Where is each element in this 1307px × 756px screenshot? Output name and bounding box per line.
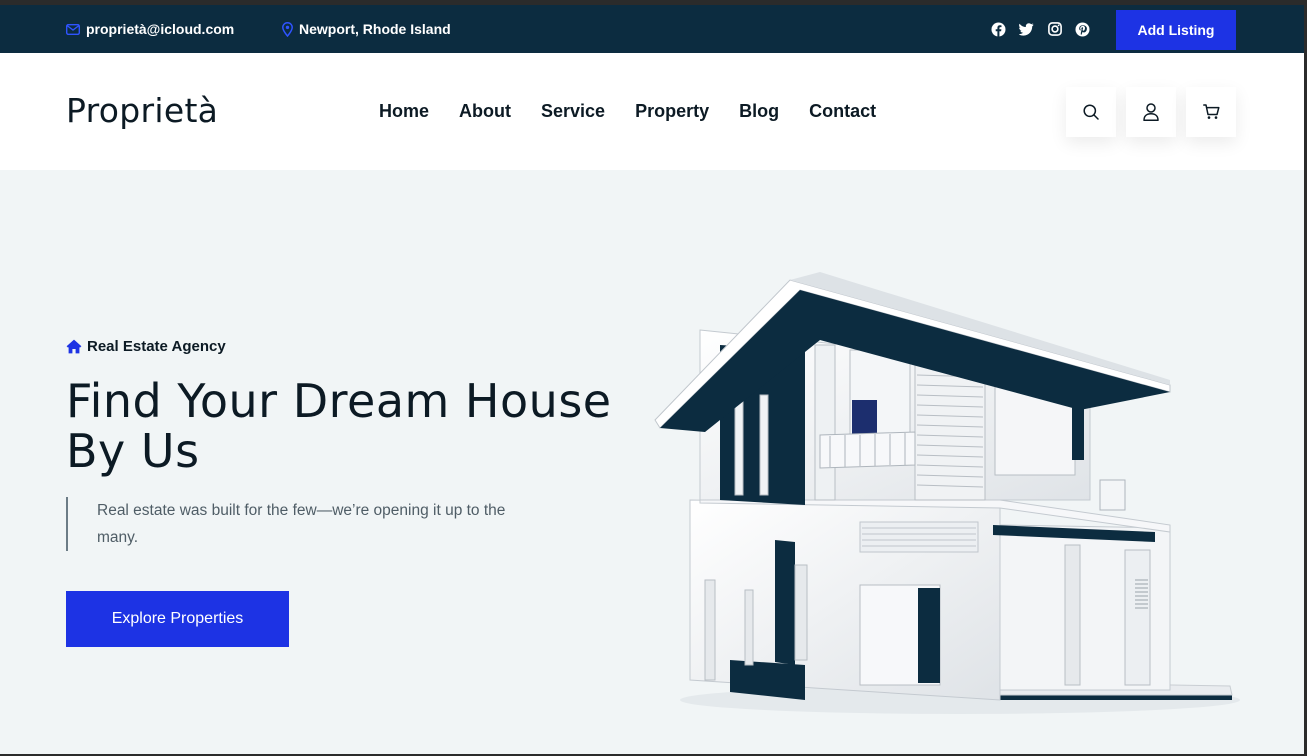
add-listing-button[interactable]: Add Listing <box>1116 10 1236 50</box>
pinterest-icon[interactable] <box>1075 22 1090 37</box>
nav-service[interactable]: Service <box>541 101 605 122</box>
hero-description: Real estate was built for the few—we’re … <box>66 497 526 551</box>
explore-properties-button[interactable]: Explore Properties <box>66 591 289 647</box>
site-header: Proprietà Home About Service Property Bl… <box>0 53 1304 170</box>
location-pin-icon <box>282 21 293 37</box>
email-text: proprietà@icloud.com <box>86 21 235 37</box>
contact-location: Newport, Rhode Island <box>282 5 451 53</box>
hero-title-line-1: Find Your Dream House <box>66 374 612 428</box>
contact-email[interactable]: proprietà@icloud.com <box>66 5 234 53</box>
nav-blog[interactable]: Blog <box>739 101 779 122</box>
nav-about[interactable]: About <box>459 101 511 122</box>
hero-section: Real Estate Agency Find Your Dream House… <box>0 170 1304 754</box>
house-illustration <box>654 272 1240 714</box>
facebook-icon[interactable] <box>991 22 1006 37</box>
search-button[interactable] <box>1066 87 1116 137</box>
search-icon <box>1083 104 1099 120</box>
page-frame: proprietà@icloud.com Newport, Rhode Isla… <box>0 5 1304 754</box>
social-links <box>991 5 1090 53</box>
account-button[interactable] <box>1126 87 1176 137</box>
hero-title-line-2: By Us <box>66 424 200 478</box>
site-logo[interactable]: Proprietà <box>66 91 218 130</box>
user-icon <box>1143 103 1159 121</box>
top-bar: proprietà@icloud.com Newport, Rhode Isla… <box>0 5 1304 53</box>
nav-contact[interactable]: Contact <box>809 101 876 122</box>
nav-property[interactable]: Property <box>635 101 709 122</box>
cart-icon <box>1202 104 1220 119</box>
cart-button[interactable] <box>1186 87 1236 137</box>
twitter-icon[interactable] <box>1019 22 1034 37</box>
mail-icon <box>66 23 80 35</box>
hero-eyebrow: Real Estate Agency <box>66 338 226 355</box>
hero-title: Find Your Dream House By Us <box>66 376 686 476</box>
home-icon <box>66 339 82 354</box>
instagram-icon[interactable] <box>1047 22 1062 37</box>
eyebrow-text: Real Estate Agency <box>87 338 226 355</box>
main-nav: Home About Service Property Blog Contact <box>379 53 876 170</box>
location-text: Newport, Rhode Island <box>299 21 451 37</box>
nav-home[interactable]: Home <box>379 101 429 122</box>
